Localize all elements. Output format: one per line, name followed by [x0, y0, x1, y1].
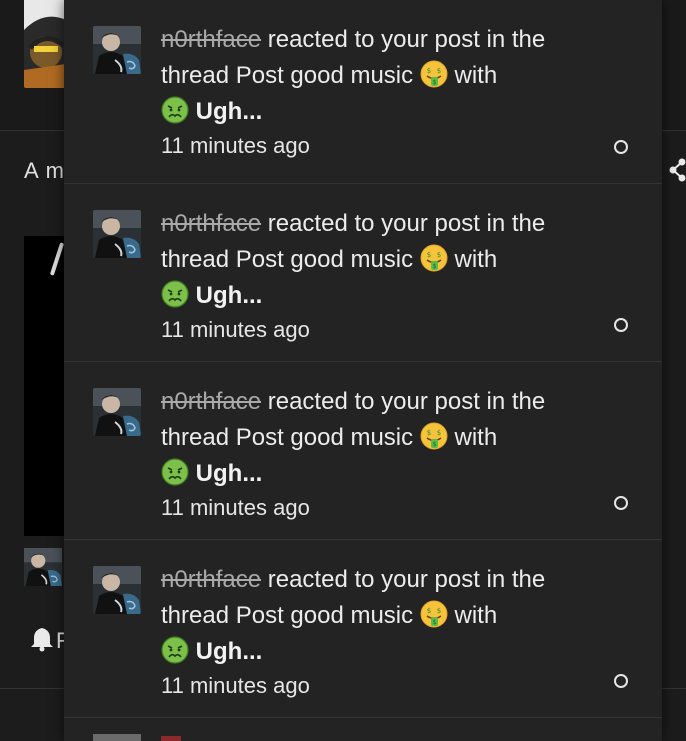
- nauseated-face-emoji-icon: [161, 636, 189, 664]
- notifications-popup: n0rthface reacted to your post in the th…: [64, 0, 662, 741]
- reaction-label: Ugh...: [195, 638, 263, 665]
- notification-with: with: [447, 246, 498, 273]
- background-video[interactable]: [24, 236, 66, 536]
- notification-with: with: [447, 602, 498, 629]
- bell-icon[interactable]: [30, 626, 54, 652]
- reaction-label: Ugh...: [195, 282, 263, 309]
- notification-time: 11 minutes ago: [161, 133, 310, 158]
- notification-with: with: [447, 424, 498, 451]
- nauseated-face-emoji-icon: [161, 96, 189, 124]
- money-mouth-face-emoji-icon: [420, 600, 448, 628]
- user-avatar[interactable]: [93, 388, 141, 436]
- user-avatar[interactable]: [93, 210, 141, 258]
- mark-read-toggle[interactable]: [614, 496, 628, 510]
- money-mouth-face-emoji-icon: [420, 422, 448, 450]
- notification-item[interactable]: n0rthface reacted to your post in the th…: [64, 362, 662, 540]
- share-icon[interactable]: [668, 156, 686, 184]
- reaction-label: Ugh...: [195, 460, 263, 487]
- notification-with: with: [447, 62, 498, 89]
- user-avatar[interactable]: [93, 566, 141, 614]
- mark-read-toggle[interactable]: [614, 318, 628, 332]
- notification-time: 11 minutes ago: [161, 317, 310, 342]
- background-title-fragment: A m: [24, 158, 65, 183]
- nauseated-face-emoji-icon: [161, 280, 189, 308]
- next-notification-text: [161, 736, 181, 741]
- notification-time: 11 minutes ago: [161, 673, 310, 698]
- background-thumbnail[interactable]: [24, 0, 66, 88]
- username-link[interactable]: n0rthface: [161, 388, 261, 415]
- background-avatar[interactable]: [24, 548, 62, 586]
- notification-text: n0rthface reacted to your post in the th…: [161, 384, 601, 524]
- user-avatar[interactable]: [93, 26, 141, 74]
- notification-text: n0rthface reacted to your post in the th…: [161, 206, 601, 346]
- next-notification-avatar[interactable]: [93, 734, 141, 741]
- username-link[interactable]: n0rthface: [161, 210, 261, 237]
- notification-item[interactable]: n0rthface reacted to your post in the th…: [64, 540, 662, 718]
- money-mouth-face-emoji-icon: [420, 60, 448, 88]
- notification-item[interactable]: n0rthface reacted to your post in the th…: [64, 0, 662, 184]
- notification-time: 11 minutes ago: [161, 495, 310, 520]
- mark-read-toggle[interactable]: [614, 674, 628, 688]
- username-link[interactable]: n0rthface: [161, 26, 261, 53]
- notification-item[interactable]: n0rthface reacted to your post in the th…: [64, 184, 662, 362]
- mark-read-toggle[interactable]: [614, 140, 628, 154]
- username-link[interactable]: n0rthface: [161, 566, 261, 593]
- nauseated-face-emoji-icon: [161, 458, 189, 486]
- money-mouth-face-emoji-icon: [420, 244, 448, 272]
- notification-text: n0rthface reacted to your post in the th…: [161, 562, 601, 702]
- notification-text: n0rthface reacted to your post in the th…: [161, 22, 601, 162]
- reaction-label: Ugh...: [195, 98, 263, 125]
